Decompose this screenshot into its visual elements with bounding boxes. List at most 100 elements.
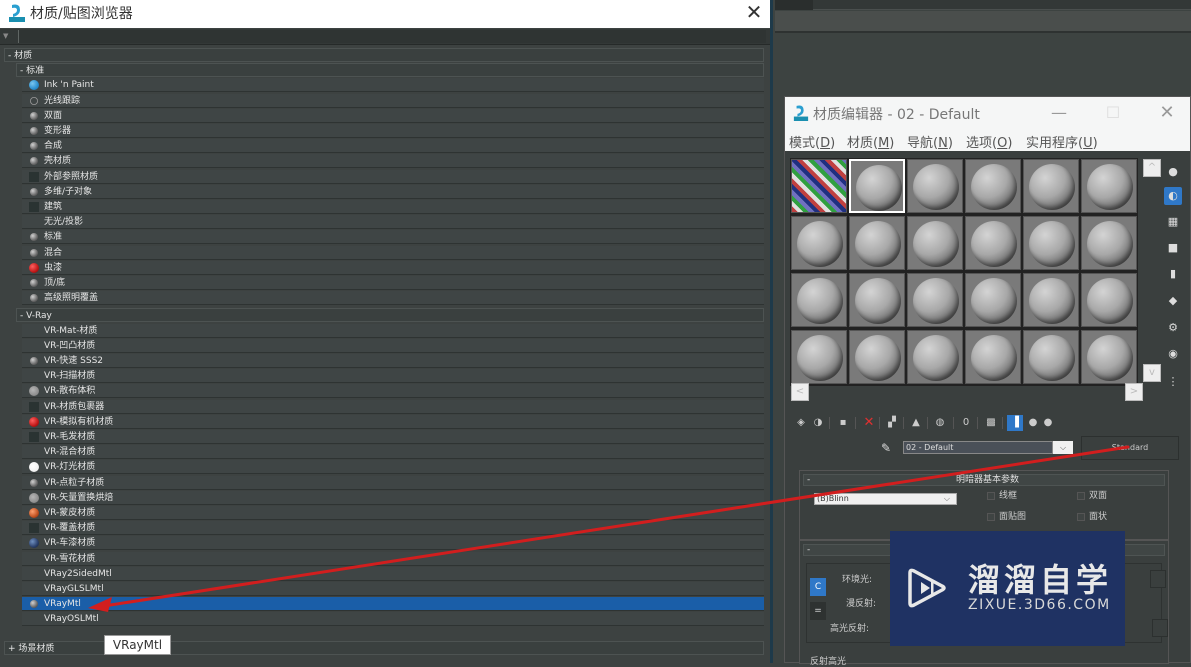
sample-slot[interactable] [965, 273, 1021, 327]
sample-slot[interactable] [849, 159, 905, 213]
material-name-input[interactable]: 02 - Default [903, 441, 1053, 454]
eyedropper-icon[interactable]: ✎ [881, 441, 895, 455]
material-list-item[interactable]: VR-模拟有机材质 [22, 414, 764, 429]
menu-utilities[interactable]: 实用程序(U) [1026, 132, 1098, 151]
sample-slot[interactable] [907, 273, 963, 327]
slots-scroll-left-button[interactable]: < [791, 383, 809, 401]
group-header[interactable]: - 标准 [16, 63, 764, 78]
sample-slot[interactable] [791, 159, 847, 213]
material-list-item[interactable]: VRayMtl [22, 597, 764, 612]
material-list-item[interactable]: 标准 [22, 230, 764, 245]
slots-scroll-up-button[interactable]: ^ [1143, 159, 1161, 177]
sample-slot[interactable] [849, 273, 905, 327]
material-list-item[interactable]: VRay2SidedMtl [22, 566, 764, 581]
lock-ambient-diffuse-button[interactable]: C [810, 578, 826, 596]
wire-checkbox[interactable]: 线框 [987, 491, 1017, 501]
sample-slot[interactable] [1081, 159, 1137, 213]
material-list-item[interactable]: VRayOSLMtl [22, 612, 764, 627]
sample-slot[interactable] [965, 330, 1021, 384]
material-list-item[interactable]: VR-毛发材质 [22, 430, 764, 444]
slots-scroll-down-button[interactable]: v [1143, 364, 1161, 382]
shader-panel-header[interactable]: - 明暗器基本参数 [803, 474, 1165, 486]
sample-slot[interactable] [1081, 273, 1137, 327]
go-forward-sibling-icon[interactable]: ● [1040, 415, 1056, 431]
material-list-item[interactable]: Ink 'n Paint [22, 78, 764, 93]
reset-map-icon[interactable]: ✕ [861, 415, 877, 431]
material-list-item[interactable]: VRayGLSLMtl [22, 582, 764, 596]
lock-diffuse-specular-button[interactable]: = [810, 602, 826, 620]
show-end-result-icon[interactable]: ▐ [1007, 415, 1023, 431]
put-to-scene-icon[interactable]: ◑ [810, 415, 826, 431]
sample-slot[interactable] [1023, 159, 1079, 213]
backlight-icon[interactable]: ◐ [1164, 187, 1182, 205]
material-list-item[interactable]: VR-Mat-材质 [22, 323, 764, 338]
material-list-item[interactable]: VR-散布体积 [22, 384, 764, 399]
menu-navigation[interactable]: 导航(N) [907, 132, 953, 151]
material-list-item[interactable]: VR-覆盖材质 [22, 521, 764, 536]
faceted-checkbox[interactable]: 面状 [1077, 512, 1107, 522]
material-list-item[interactable]: 混合 [22, 245, 764, 260]
material-list-item[interactable]: VR-雪花材质 [22, 551, 764, 566]
sample-slot[interactable] [965, 216, 1021, 270]
material-list-item[interactable]: VR-材质包裹器 [22, 399, 764, 414]
material-map-navigator-icon[interactable]: ⋮ [1164, 373, 1182, 391]
material-list-item[interactable]: 光线跟踪 [22, 93, 764, 108]
search-options-icon[interactable]: ▼ [3, 32, 11, 40]
material-list-item[interactable]: 建筑 [22, 200, 764, 214]
put-to-library-icon[interactable]: ◍ [932, 415, 948, 431]
go-to-parent-icon[interactable]: ● [1025, 415, 1041, 431]
material-list-item[interactable]: 虫漆 [22, 260, 764, 275]
menu-mode[interactable]: 模式(D) [789, 132, 835, 151]
material-list-item[interactable]: 双面 [22, 108, 764, 123]
ambient-map-button[interactable] [1150, 570, 1166, 588]
menu-material[interactable]: 材质(M) [847, 132, 894, 151]
search-input[interactable] [18, 30, 766, 43]
sample-slot[interactable] [791, 330, 847, 384]
material-list-item[interactable]: 壳材质 [22, 154, 764, 169]
sample-type-icon[interactable]: ● [1164, 163, 1182, 181]
sample-slot[interactable] [791, 216, 847, 270]
material-list-item[interactable]: 无光/投影 [22, 215, 764, 230]
material-list-item[interactable]: 高级照明覆盖 [22, 291, 764, 306]
assign-to-selection-icon[interactable]: ▪ [835, 415, 851, 431]
show-shaded-material-icon[interactable]: ▩ [983, 415, 999, 431]
material-list-item[interactable]: 变形器 [22, 124, 764, 138]
sample-slot[interactable] [1023, 273, 1079, 327]
minimize-button[interactable]: — [1047, 101, 1071, 125]
material-list-item[interactable]: 外部参照材质 [22, 169, 764, 184]
slots-scroll-right-button[interactable]: > [1125, 383, 1143, 401]
background-icon[interactable]: ▦ [1164, 213, 1182, 231]
material-list-item[interactable]: VR-点粒子材质 [22, 475, 764, 490]
group-header[interactable]: - V-Ray [16, 308, 764, 323]
material-list-item[interactable]: VR-蒙皮材质 [22, 506, 764, 520]
sample-slot[interactable] [965, 159, 1021, 213]
material-list-item[interactable]: VR-凹凸材质 [22, 338, 764, 353]
select-by-material-icon[interactable]: ◉ [1164, 345, 1182, 363]
get-material-icon[interactable]: ◈ [793, 415, 809, 431]
copy-material-icon[interactable]: ▞ [884, 415, 900, 431]
material-type-button[interactable]: Standard [1081, 436, 1179, 460]
make-unique-icon[interactable]: ▲ [908, 415, 924, 431]
specular-map-button[interactable] [1152, 619, 1168, 637]
sample-slot[interactable] [849, 216, 905, 270]
sample-uv-tiling-icon[interactable]: ■ [1164, 239, 1182, 257]
sample-slot[interactable] [907, 159, 963, 213]
material-list-item[interactable]: 顶/底 [22, 276, 764, 290]
shader-type-select[interactable]: (B)Blinn ⌵ [814, 493, 957, 505]
sample-slot[interactable] [1081, 216, 1137, 270]
maximize-button[interactable]: ☐ [1101, 101, 1125, 125]
material-list-item[interactable]: VR-车漆材质 [22, 536, 764, 551]
material-list-item[interactable]: VR-扫描材质 [22, 369, 764, 384]
material-list-item[interactable]: 多维/子对象 [22, 184, 764, 199]
material-list-item[interactable]: 合成 [22, 139, 764, 154]
menu-options[interactable]: 选项(O) [966, 132, 1012, 151]
sample-slot[interactable] [1023, 330, 1079, 384]
material-name-dropdown[interactable]: ⌵ [1053, 441, 1073, 454]
sample-slot[interactable] [907, 330, 963, 384]
face-map-checkbox[interactable]: 面贴图 [987, 512, 1026, 522]
two-sided-checkbox[interactable]: 双面 [1077, 491, 1107, 501]
material-id-channel-icon[interactable]: 0 [958, 415, 974, 431]
sample-slot[interactable] [1023, 216, 1079, 270]
make-preview-icon[interactable]: ◆ [1164, 292, 1182, 310]
material-list-item[interactable]: VR-混合材质 [22, 445, 764, 460]
